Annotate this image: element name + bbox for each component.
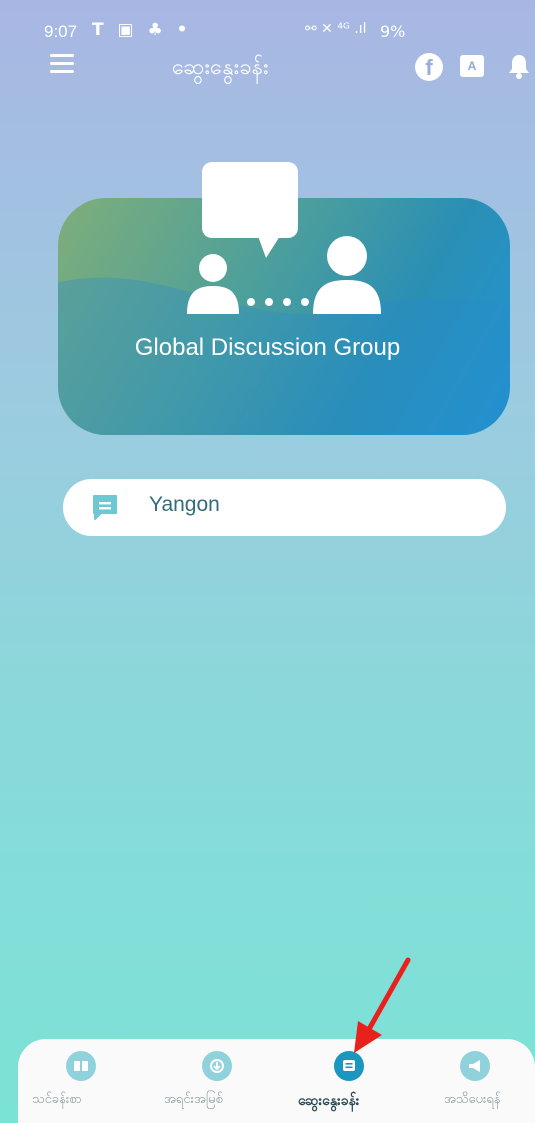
annotation-arrow-icon [354,957,411,1053]
nav-item-announcements[interactable]: အသိပေးရန် [408,1039,535,1123]
channel-item-yangon[interactable]: Yangon [63,479,506,536]
nav-label-announcements: အသိပေးရန် [444,1092,501,1107]
status-notification-icons: T ▣ ♣ • [92,20,192,40]
nav-item-lessons[interactable]: သင်ခန်းစာ [18,1039,146,1123]
nav-item-resources[interactable]: အရင်းအမြစ် [146,1039,274,1123]
status-battery: 9% [380,22,406,41]
translate-icon[interactable]: A [460,55,484,77]
facebook-icon[interactable]: f [415,53,443,81]
banner-title: Global Discussion Group [134,334,401,361]
chat-icon [334,1051,364,1081]
nav-label-discussion: ဆွေးနွေးခန်း [298,1093,360,1109]
bottom-nav: သင်ခန်းစာ အရင်းအမြစ် ဆွေးနွေးခန်း အသိပေး… [18,1039,535,1123]
download-icon [202,1051,232,1081]
nav-label-lessons: သင်ခန်းစာ [32,1092,82,1107]
message-icon [93,495,117,520]
status-bar: 9:07 T ▣ ♣ • ⚯ ✕ ⁴ᴳ .ıl 9% [0,0,535,44]
megaphone-icon [460,1051,490,1081]
app-header: ဆွေးနွေးခန်း f A [0,44,535,94]
bell-icon[interactable] [506,52,532,80]
channel-label: Yangon [149,493,220,516]
menu-icon[interactable] [50,54,74,74]
page-title: ဆွေးနွေးခန်း [172,55,269,80]
nav-label-resources: အရင်းအမြစ် [164,1092,223,1107]
book-icon [66,1051,96,1081]
status-time: 9:07 [44,22,78,41]
status-signal-icons: ⚯ ✕ ⁴ᴳ .ıl [305,21,367,37]
people-discussion-icon [187,236,381,314]
